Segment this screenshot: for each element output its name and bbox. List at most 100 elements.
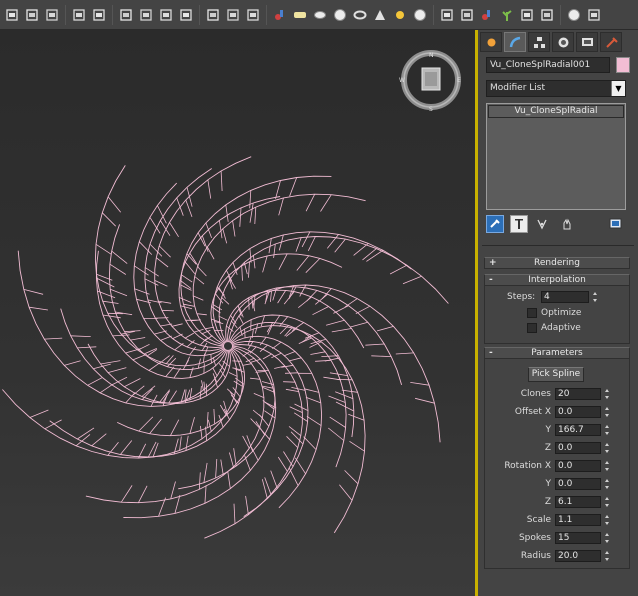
sun-light-icon[interactable] [392, 7, 408, 23]
spline-barb [144, 278, 159, 286]
toolbar-separator [199, 4, 200, 25]
optimize-checkbox[interactable] [527, 308, 537, 318]
chevron-down-icon[interactable]: ▼ [611, 81, 625, 96]
object-name-field[interactable]: Vu_CloneSplRadial001 [486, 57, 610, 73]
app-window: N S E W Vu_CloneSplRadial001 Modifier Li… [0, 0, 638, 596]
spline-barb [249, 248, 252, 263]
render-setup-icon[interactable] [44, 7, 60, 23]
spline-barb [132, 353, 147, 361]
param-spinner[interactable]: 0.0 [555, 406, 601, 418]
divider [482, 245, 634, 246]
make-unique-icon[interactable] [534, 215, 552, 233]
param-spinner[interactable]: 1.1 [555, 514, 601, 526]
param-spinner[interactable]: 6.1 [555, 496, 601, 508]
radial-spline-clone[interactable] [0, 30, 476, 596]
spinner-arrows[interactable] [603, 514, 611, 526]
bones-icon[interactable] [539, 7, 555, 23]
spline-barb [277, 456, 288, 472]
toolbar-separator [65, 4, 66, 25]
spline-barb [289, 177, 298, 197]
render-icon[interactable] [118, 7, 134, 23]
steps-spinner[interactable]: 4 [541, 291, 589, 303]
spinner-arrows[interactable] [603, 460, 611, 472]
box-primitive-icon[interactable] [292, 7, 308, 23]
remove-modifier-icon[interactable] [558, 215, 576, 233]
torus-icon[interactable] [352, 7, 368, 23]
mirror-icon[interactable] [245, 7, 261, 23]
render-sphere-icon[interactable] [566, 7, 582, 23]
paint-icon[interactable] [272, 7, 288, 23]
hierarchy-tab-icon[interactable] [528, 32, 550, 52]
list-icon[interactable] [178, 7, 194, 23]
spline-barb [252, 409, 263, 419]
spline-barb [226, 270, 233, 282]
spline-barb [326, 234, 339, 249]
viewcube[interactable]: N S E W [398, 48, 464, 112]
utilities-tab-icon[interactable] [600, 32, 622, 52]
select-region-icon[interactable] [4, 7, 20, 23]
spline-barb [310, 351, 326, 355]
param-spinner[interactable]: 166.7 [555, 424, 601, 436]
rollout-rendering[interactable]: + Rendering [484, 257, 630, 269]
display-tab-icon[interactable] [576, 32, 598, 52]
rollout-interpolation[interactable]: - Interpolation [484, 274, 630, 286]
param-spinner[interactable]: 20 [555, 388, 601, 400]
spinner-arrows[interactable] [603, 406, 611, 418]
sphere-icon[interactable] [332, 7, 348, 23]
spinner-arrows[interactable] [603, 424, 611, 436]
dots-icon[interactable] [586, 7, 602, 23]
pin-stack-icon[interactable] [486, 215, 504, 233]
spline-barb [395, 352, 414, 355]
spinner-arrows[interactable] [603, 388, 611, 400]
param-spinner[interactable]: 15 [555, 532, 601, 544]
spline-barb [249, 202, 254, 223]
object-color-swatch[interactable] [616, 57, 630, 73]
cone-icon[interactable] [372, 7, 388, 23]
spline-barb [253, 392, 265, 398]
create-tab-icon[interactable] [480, 32, 502, 52]
spinner-arrows[interactable] [603, 550, 611, 562]
param-spinner[interactable]: 20.0 [555, 550, 601, 562]
hand-icon[interactable] [519, 7, 535, 23]
rollout-parameters[interactable]: - Parameters [484, 347, 630, 359]
material-icon[interactable] [479, 7, 495, 23]
spinner-arrows[interactable] [603, 532, 611, 544]
frame-window-icon[interactable] [158, 7, 174, 23]
modify-tab-icon[interactable] [504, 32, 526, 52]
target-icon[interactable] [412, 7, 428, 23]
rendered-frame-icon[interactable] [71, 7, 87, 23]
pick-spline-button[interactable]: Pick Spline [528, 367, 584, 382]
steps-spinner-arrows[interactable] [591, 291, 599, 303]
grid-icon[interactable] [205, 7, 221, 23]
teapot-render-icon[interactable] [91, 7, 107, 23]
spline-barb [189, 252, 199, 267]
layer-manager-icon[interactable] [24, 7, 40, 23]
particle-icon[interactable] [439, 7, 455, 23]
modifier-list-dropdown[interactable]: Modifier List ▼ [486, 80, 626, 97]
param-spinner[interactable]: 0.0 [555, 460, 601, 472]
spline-barb [99, 384, 113, 394]
param-spinner[interactable]: 0.0 [555, 478, 601, 490]
spinner-arrows[interactable] [603, 442, 611, 454]
wand-icon[interactable] [459, 7, 475, 23]
motion-tab-icon[interactable] [552, 32, 574, 52]
adaptive-checkbox[interactable] [527, 323, 537, 333]
align-icon[interactable] [225, 7, 241, 23]
show-end-result-icon[interactable] [510, 215, 528, 233]
param-spinner[interactable]: 0.0 [555, 442, 601, 454]
spline-barb [306, 415, 322, 426]
stack-item[interactable]: Vu_CloneSplRadial [488, 105, 624, 118]
ellipsoid-icon[interactable] [312, 7, 328, 23]
spline-barb [247, 336, 252, 346]
camera-view-icon[interactable] [138, 7, 154, 23]
spline-barb [296, 255, 310, 271]
spline-barb [197, 266, 207, 277]
perspective-viewport[interactable]: N S E W [0, 30, 476, 596]
spinner-arrows[interactable] [603, 496, 611, 508]
plant-icon[interactable] [499, 7, 515, 23]
modifier-stack[interactable]: Vu_CloneSplRadial [486, 103, 626, 210]
configure-sets-icon[interactable] [607, 215, 625, 233]
spline-barb [184, 389, 187, 401]
spinner-arrows[interactable] [603, 478, 611, 490]
toolbar-separator [112, 4, 113, 25]
